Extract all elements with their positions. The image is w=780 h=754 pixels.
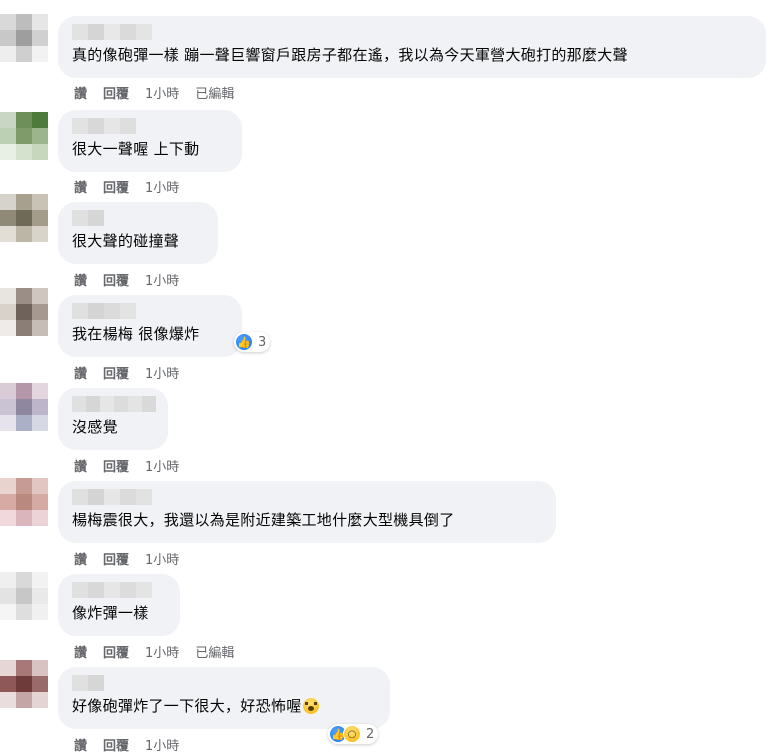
comment-text: 很大聲的碰撞聲 (72, 232, 180, 250)
comment-text: 楊梅震很大，我還以為是附近建築工地什麼大型機具倒了 (72, 511, 455, 529)
like-link[interactable]: 讚 (74, 735, 87, 754)
like-link[interactable]: 讚 (74, 177, 87, 196)
edited-label: 已編輯 (195, 646, 235, 661)
comment-bubble: 很大一聲喔 上下動 (58, 110, 242, 172)
screaming-face-emoji-icon (302, 698, 319, 714)
like-link[interactable]: 讚 (74, 642, 87, 661)
comment-text: 很大一聲喔 上下動 (72, 140, 200, 158)
reply-link[interactable]: 回覆 (103, 270, 129, 289)
timestamp[interactable]: 1小時 (145, 270, 179, 289)
commenter-name-blurred[interactable] (72, 303, 230, 319)
reply-link[interactable]: 回覆 (103, 642, 129, 661)
comment-text-content: 好像砲彈炸了一下很大，好恐怖喔 (72, 697, 302, 715)
timestamp[interactable]: 1小時 (145, 177, 179, 196)
like-link[interactable]: 讚 (74, 456, 87, 475)
avatar[interactable] (0, 478, 48, 526)
commenter-name-blurred[interactable] (72, 118, 230, 134)
commenter-name-blurred[interactable] (72, 210, 206, 226)
reaction-summary[interactable]: 👍 3 (234, 332, 271, 352)
comment-actions: 讚 回覆 1小時 (74, 363, 195, 382)
reply-link[interactable]: 回覆 (103, 735, 129, 754)
like-link[interactable]: 讚 (74, 83, 87, 102)
commenter-name-blurred[interactable] (72, 582, 168, 598)
avatar[interactable] (0, 14, 48, 62)
like-link[interactable]: 讚 (74, 363, 87, 382)
reply-link[interactable]: 回覆 (103, 363, 129, 382)
comment-text: 好像砲彈炸了一下很大，好恐怖喔 (72, 696, 378, 716)
avatar[interactable] (0, 194, 48, 242)
commenter-name-blurred[interactable] (72, 675, 378, 691)
timestamp[interactable]: 1小時 (145, 735, 179, 754)
comment-bubble: 我在楊梅 很像爆炸 (58, 295, 242, 357)
comment-text: 真的像砲彈一樣 蹦一聲巨響窗戶跟房子都在遙，我以為今天軍營大砲打的那麼大聲 (72, 46, 628, 64)
avatar[interactable] (0, 660, 48, 708)
avatar[interactable] (0, 383, 48, 431)
commenter-name-blurred[interactable] (72, 489, 544, 505)
reaction-summary[interactable]: 👍 ○ 2 (328, 724, 379, 744)
reply-link[interactable]: 回覆 (103, 549, 129, 568)
edited-label: 已編輯 (195, 87, 235, 102)
comment-bubble: 好像砲彈炸了一下很大，好恐怖喔 (58, 667, 390, 729)
wow-reaction-icon: ○ (343, 725, 361, 743)
comment-bubble: 楊梅震很大，我還以為是附近建築工地什麼大型機具倒了 (58, 481, 556, 543)
comment-bubble: 真的像砲彈一樣 蹦一聲巨響窗戶跟房子都在遙，我以為今天軍營大砲打的那麼大聲 (58, 16, 766, 78)
commenter-name-blurred[interactable] (72, 396, 156, 412)
comment-text: 沒感覺 (72, 418, 118, 436)
reply-link[interactable]: 回覆 (103, 177, 129, 196)
comment-text: 我在楊梅 很像爆炸 (72, 325, 200, 343)
like-link[interactable]: 讚 (74, 549, 87, 568)
comment-bubble: 很大聲的碰撞聲 (58, 202, 218, 264)
reply-link[interactable]: 回覆 (103, 83, 129, 102)
comment-actions: 讚 回覆 1小時 (74, 270, 195, 289)
timestamp[interactable]: 1小時 (145, 456, 179, 475)
commenter-name-blurred[interactable] (72, 24, 754, 40)
like-link[interactable]: 讚 (74, 270, 87, 289)
avatar[interactable] (0, 288, 48, 336)
reaction-count: 3 (258, 334, 267, 350)
timestamp[interactable]: 1小時 (145, 549, 179, 568)
comment-actions: 讚 回覆 1小時 (74, 177, 195, 196)
timestamp[interactable]: 1小時 (145, 363, 179, 382)
comment-bubble: 沒感覺 (58, 388, 168, 450)
reply-link[interactable]: 回覆 (103, 456, 129, 475)
like-reaction-icon: 👍 (235, 333, 253, 351)
comment-text: 像炸彈一樣 (72, 604, 149, 622)
avatar[interactable] (0, 112, 48, 160)
comment-actions: 讚 回覆 1小時 已編輯 (74, 642, 250, 661)
comment-actions: 讚 回覆 1小時 已編輯 (74, 83, 250, 102)
comment-actions: 讚 回覆 1小時 (74, 456, 195, 475)
timestamp[interactable]: 1小時 (145, 642, 179, 661)
comment-bubble: 像炸彈一樣 (58, 574, 180, 636)
comment-actions: 讚 回覆 1小時 (74, 735, 195, 754)
comment-actions: 讚 回覆 1小時 (74, 549, 195, 568)
avatar[interactable] (0, 572, 48, 620)
timestamp[interactable]: 1小時 (145, 83, 179, 102)
reaction-count: 2 (366, 726, 375, 742)
